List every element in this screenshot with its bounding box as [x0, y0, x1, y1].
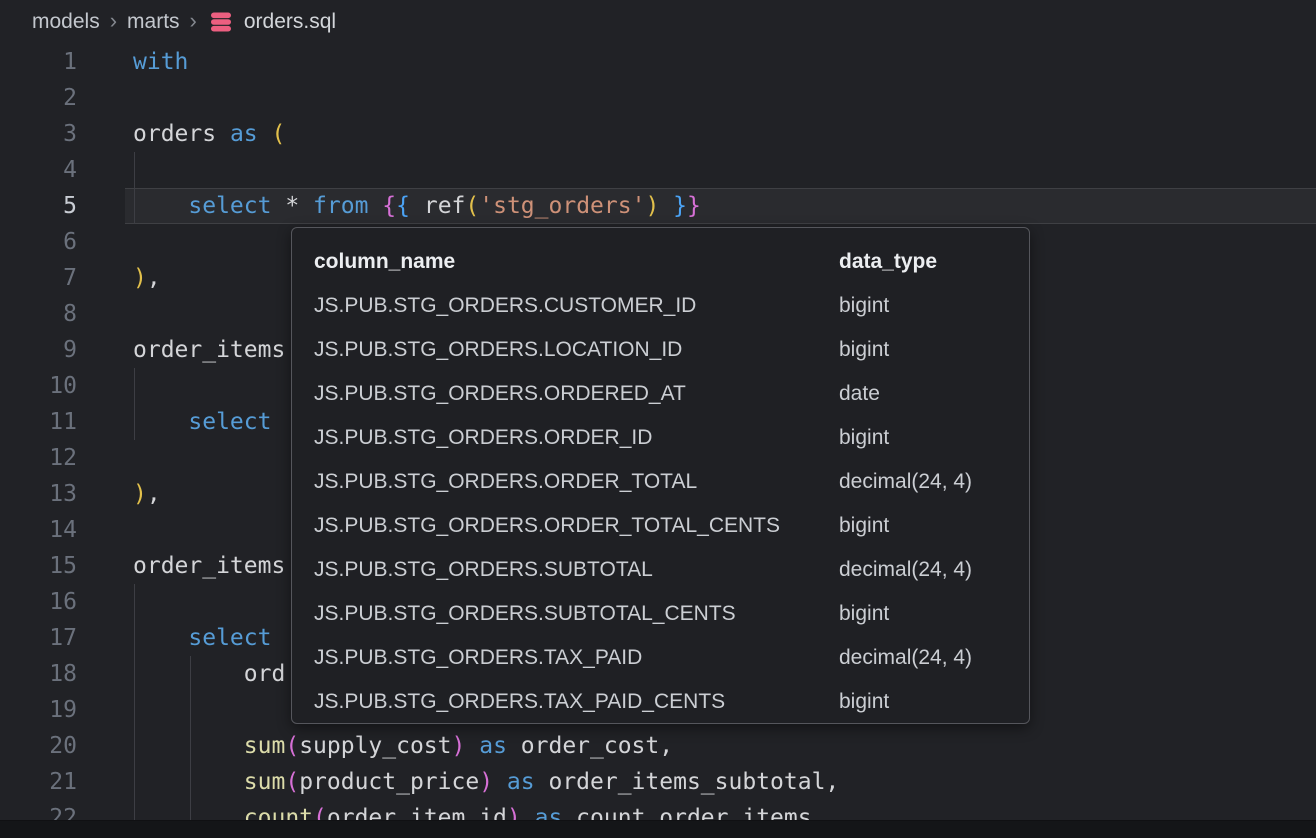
code-text[interactable]: order_items — [133, 548, 285, 584]
line-number: 7 — [0, 260, 77, 296]
code-text[interactable]: select — [133, 404, 271, 440]
line-number: 13 — [0, 476, 77, 512]
hover-table-popup: column_name data_type JS.PUB.STG_ORDERS.… — [291, 227, 1030, 724]
data-type-cell: decimal(24, 4) — [839, 558, 1029, 582]
data-type-cell: bigint — [839, 514, 1029, 538]
breadcrumb-item-marts[interactable]: marts — [127, 10, 180, 34]
chevron-right-icon: › — [109, 10, 118, 35]
code-text[interactable]: sum(product_price) as order_items_subtot… — [133, 764, 839, 800]
line-number: 15 — [0, 548, 77, 584]
code-line[interactable]: 2 — [0, 80, 1316, 116]
code-text[interactable]: ), — [133, 260, 161, 296]
data-type-cell: bigint — [839, 294, 1029, 318]
data-type-cell: bigint — [839, 338, 1029, 362]
line-number: 20 — [0, 728, 77, 764]
database-icon — [209, 10, 233, 34]
line-number: 1 — [0, 44, 77, 80]
line-number: 10 — [0, 368, 77, 404]
line-number: 11 — [0, 404, 77, 440]
column-name-cell: JS.PUB.STG_ORDERS.LOCATION_ID — [314, 338, 839, 362]
line-number: 8 — [0, 296, 77, 332]
data-type-cell: bigint — [839, 690, 1029, 714]
breadcrumb: models › marts › orders.sql — [0, 0, 1316, 44]
hover-table-row: JS.PUB.STG_ORDERS.TAX_PAIDdecimal(24, 4) — [314, 636, 1029, 680]
indent-guide — [134, 152, 135, 188]
data-type-cell: decimal(24, 4) — [839, 470, 1029, 494]
breadcrumb-file-name[interactable]: orders.sql — [244, 10, 336, 34]
indent-guide — [134, 584, 135, 620]
line-number: 14 — [0, 512, 77, 548]
hover-table-row: JS.PUB.STG_ORDERS.ORDER_TOTAL_CENTSbigin… — [314, 504, 1029, 548]
hover-table-row: JS.PUB.STG_ORDERS.LOCATION_IDbigint — [314, 328, 1029, 372]
indent-guide — [134, 368, 135, 404]
code-text[interactable]: with — [133, 44, 188, 80]
code-line[interactable]: 21 sum(product_price) as order_items_sub… — [0, 764, 1316, 800]
column-name-cell: JS.PUB.STG_ORDERS.TAX_PAID — [314, 646, 839, 670]
column-name-cell: JS.PUB.STG_ORDERS.CUSTOMER_ID — [314, 294, 839, 318]
hover-table-row: JS.PUB.STG_ORDERS.ORDER_IDbigint — [314, 416, 1029, 460]
line-number: 9 — [0, 332, 77, 368]
bottom-panel-edge — [0, 820, 1316, 838]
code-line[interactable]: 4 — [0, 152, 1316, 188]
line-number: 6 — [0, 224, 77, 260]
column-name-cell: JS.PUB.STG_ORDERS.ORDER_TOTAL_CENTS — [314, 514, 839, 538]
code-text[interactable]: ), — [133, 476, 161, 512]
code-line[interactable]: 3 orders as ( — [0, 116, 1316, 152]
hover-table-row: JS.PUB.STG_ORDERS.ORDERED_ATdate — [314, 372, 1029, 416]
hover-table-row: JS.PUB.STG_ORDERS.TAX_PAID_CENTSbigint — [314, 680, 1029, 724]
line-number: 18 — [0, 656, 77, 692]
code-line[interactable]: 5 select * from {{ ref('stg_orders') }} — [0, 188, 1316, 224]
hover-table-row: JS.PUB.STG_ORDERS.CUSTOMER_IDbigint — [314, 284, 1029, 328]
hover-table-header-data-type: data_type — [839, 250, 1029, 274]
hover-table-row: JS.PUB.STG_ORDERS.SUBTOTAL_CENTSbigint — [314, 592, 1029, 636]
data-type-cell: decimal(24, 4) — [839, 646, 1029, 670]
line-number: 16 — [0, 584, 77, 620]
code-text[interactable]: ord — [133, 656, 285, 692]
column-name-cell: JS.PUB.STG_ORDERS.ORDER_TOTAL — [314, 470, 839, 494]
line-number: 4 — [0, 152, 77, 188]
chevron-right-icon: › — [189, 10, 198, 35]
line-number: 3 — [0, 116, 77, 152]
code-text[interactable]: sum(supply_cost) as order_cost, — [133, 728, 673, 764]
code-text[interactable]: order_items — [133, 332, 285, 368]
hover-table-row: JS.PUB.STG_ORDERS.ORDER_TOTALdecimal(24,… — [314, 460, 1029, 504]
column-name-cell: JS.PUB.STG_ORDERS.TAX_PAID_CENTS — [314, 690, 839, 714]
hover-table-header: column_name data_type — [314, 240, 1029, 284]
code-line[interactable]: 1 with — [0, 44, 1316, 80]
indent-guide — [190, 692, 191, 728]
line-number: 19 — [0, 692, 77, 728]
column-name-cell: JS.PUB.STG_ORDERS.SUBTOTAL_CENTS — [314, 602, 839, 626]
line-number: 5 — [0, 188, 77, 224]
column-name-cell: JS.PUB.STG_ORDERS.ORDERED_AT — [314, 382, 839, 406]
line-number: 2 — [0, 80, 77, 116]
column-name-cell: JS.PUB.STG_ORDERS.ORDER_ID — [314, 426, 839, 450]
line-number: 17 — [0, 620, 77, 656]
data-type-cell: bigint — [839, 426, 1029, 450]
code-text[interactable]: select — [133, 620, 271, 656]
data-type-cell: bigint — [839, 602, 1029, 626]
code-line[interactable]: 20 sum(supply_cost) as order_cost, — [0, 728, 1316, 764]
breadcrumb-item-models[interactable]: models — [32, 10, 100, 34]
column-name-cell: JS.PUB.STG_ORDERS.SUBTOTAL — [314, 558, 839, 582]
line-number: 21 — [0, 764, 77, 800]
hover-table-header-column-name: column_name — [314, 250, 839, 274]
line-number: 12 — [0, 440, 77, 476]
code-text[interactable]: orders as ( — [133, 116, 285, 152]
data-type-cell: date — [839, 382, 1029, 406]
indent-guide — [134, 692, 135, 728]
hover-table-row: JS.PUB.STG_ORDERS.SUBTOTALdecimal(24, 4) — [314, 548, 1029, 592]
code-text[interactable]: select * from {{ ref('stg_orders') }} — [133, 188, 701, 224]
